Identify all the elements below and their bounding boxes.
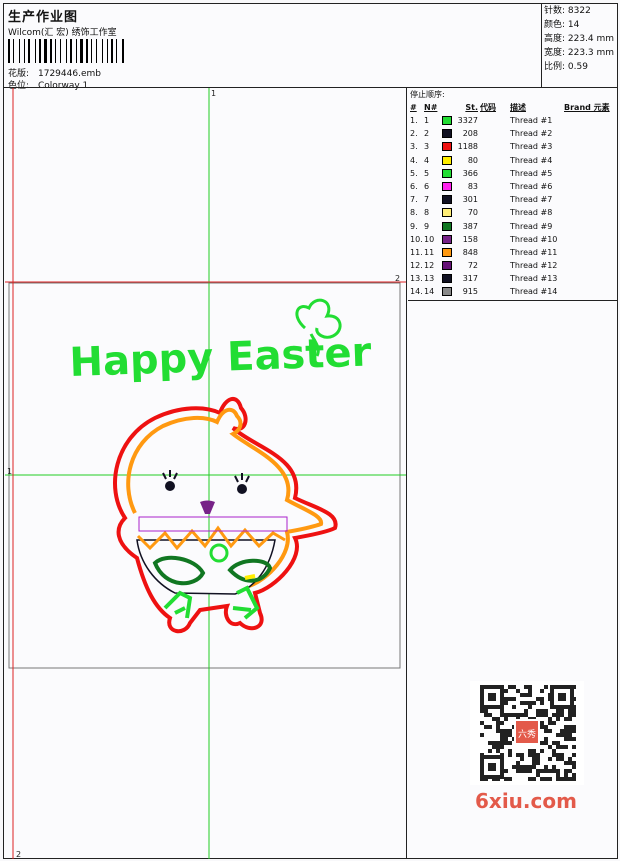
barcode-image bbox=[8, 39, 148, 63]
guide-label-right: 2 bbox=[395, 274, 400, 283]
thread-table-header: # N# St. 代码 描述 Brand 元素 bbox=[410, 103, 610, 112]
thread-color-swatch bbox=[442, 195, 452, 205]
thread-row: 3. 3 1188 Thread #3 bbox=[410, 142, 553, 152]
thread-row: 9. 9 387 Thread #9 bbox=[410, 221, 553, 231]
thread-row: 1. 1 3327 Thread #1 bbox=[410, 116, 553, 125]
company-name: Wilcom(汇 宏) 绣饰工作室 bbox=[8, 28, 117, 38]
qr-code-pattern: 六秀 bbox=[480, 685, 576, 781]
thread-color-swatch bbox=[442, 116, 452, 125]
thread-row: 6. 6 83 Thread #6 bbox=[410, 181, 553, 191]
thread-row: 4. 4 80 Thread #4 bbox=[410, 155, 553, 165]
thread-color-swatch bbox=[442, 274, 452, 284]
watermark-text: 6xiu.com bbox=[475, 789, 577, 813]
thread-row: 11. 11 848 Thread #11 bbox=[410, 247, 558, 257]
thread-color-swatch bbox=[442, 221, 452, 231]
stat-colors: 颜色: 14 bbox=[544, 20, 580, 30]
stat-width: 宽度: 223.3 mm bbox=[544, 48, 615, 58]
thread-row: 5. 5 366 Thread #5 bbox=[410, 168, 553, 178]
page-title: 生产作业图 bbox=[8, 10, 79, 25]
stat-stitches: 针数: 8322 bbox=[544, 6, 591, 16]
watermark-seal-text: 六秀 bbox=[518, 728, 536, 740]
thread-row: 2. 2 208 Thread #2 bbox=[410, 129, 553, 139]
thread-row: 8. 8 70 Thread #8 bbox=[410, 208, 553, 218]
thread-row: 7. 7 301 Thread #7 bbox=[410, 195, 553, 205]
chick-icon bbox=[113, 397, 338, 634]
design-stats: 针数: 8322 颜色: 14 高度: 223.4 mm 宽度: 223.3 m… bbox=[541, 4, 617, 88]
thread-row: 13. 13 317 Thread #13 bbox=[410, 274, 558, 284]
thread-panel-divider bbox=[408, 300, 618, 301]
stat-scale: 比例: 0.59 bbox=[544, 62, 588, 72]
guide-label-top: 1 bbox=[211, 89, 216, 98]
thread-row: 12. 12 72 Thread #12 bbox=[410, 261, 558, 271]
stat-height: 高度: 223.4 mm bbox=[544, 34, 615, 44]
thread-color-swatch bbox=[442, 287, 452, 297]
thread-color-swatch bbox=[442, 155, 452, 165]
thread-color-swatch bbox=[442, 208, 452, 218]
thread-table-body: 1. 1 3327 Thread #1 2. 2 208 Thread #2 3. 3 1188 Th… bbox=[408, 114, 618, 299]
thread-color-swatch bbox=[442, 247, 452, 257]
embroidery-preview: 1 2 1 2 Happy Easter bbox=[5, 88, 406, 859]
thread-color-swatch bbox=[442, 142, 452, 152]
thread-color-swatch bbox=[442, 181, 452, 191]
panel-divider bbox=[406, 88, 407, 859]
header-info: 生产作业图 Wilcom(汇 宏) 绣饰工作室 花版: 1729446.emb 色… bbox=[4, 4, 539, 91]
thread-list-panel: 停止顺序: # N# St. 代码 描述 Brand 元素 1. 1 3327 Thr… bbox=[408, 89, 618, 301]
guide-label-bottom: 2 bbox=[16, 850, 21, 859]
thread-color-swatch bbox=[442, 261, 452, 271]
guide-label-left: 1 bbox=[7, 467, 12, 476]
thread-row: 14. 14 915 Thread #14 bbox=[410, 287, 558, 297]
qr-code-image: 六秀 bbox=[470, 681, 584, 785]
thread-color-swatch bbox=[442, 168, 452, 178]
thread-row: 10. 10 158 Thread #10 bbox=[410, 234, 558, 244]
stop-sequence-title: 停止顺序: bbox=[410, 90, 445, 99]
thread-color-swatch bbox=[442, 129, 452, 139]
thread-color-swatch bbox=[442, 234, 452, 244]
